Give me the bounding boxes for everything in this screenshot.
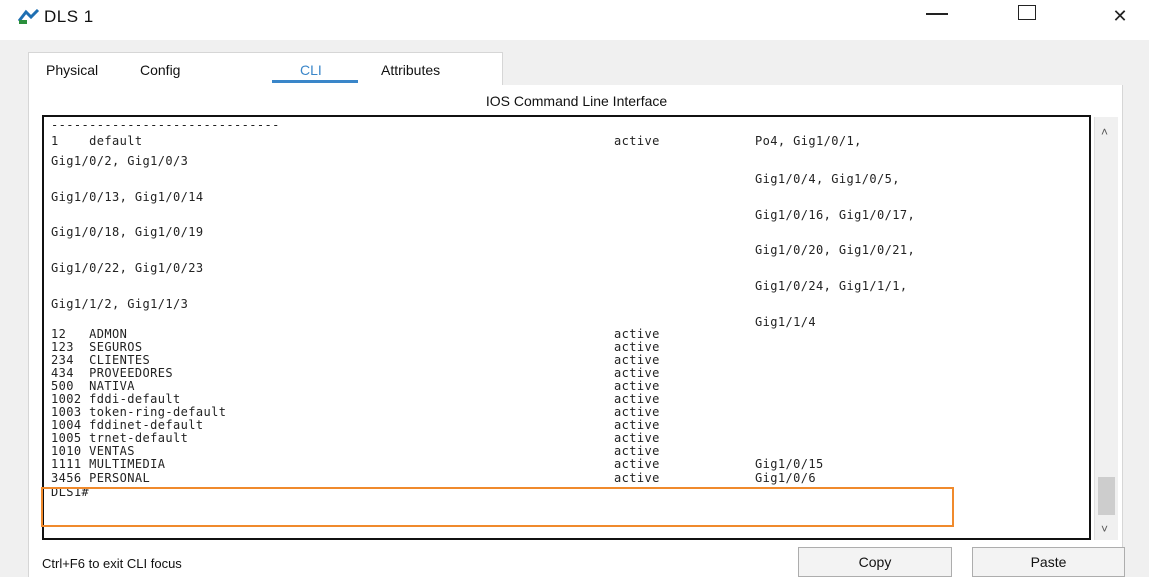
scroll-up-icon[interactable]: ˄ [1101,125,1108,139]
vlan-status: active [614,353,660,367]
vlan-row: 3456 PERSONAL [51,471,151,485]
vlan-status: active [614,327,660,341]
terminal-line: Gig1/0/2, Gig1/0/3 [51,154,189,168]
terminal-ports: Gig1/0/24, Gig1/1/1, [755,279,908,293]
vlan-status: active [614,444,660,458]
vlan-row: 123 SEGUROS [51,340,143,354]
minimize-icon [926,13,948,15]
tab-config[interactable]: Config [140,62,180,78]
terminal-scrollbar[interactable]: ˄ ˅ [1094,117,1118,540]
vlan-status: active [614,457,660,471]
vlan-status: active [614,405,660,419]
vlan-status: active [614,379,660,393]
cli-window: DLS 1 ✕ Physical Config CLI Attributes I… [0,0,1149,577]
window-title: DLS 1 [44,7,94,26]
close-button[interactable]: ✕ [1088,0,1149,34]
vlan-row: 234 CLIENTES [51,353,151,367]
vlan-status: active [614,392,660,406]
cli-focus-hint: Ctrl+F6 to exit CLI focus [42,556,182,571]
vlan-row: 1010 VENTAS [51,444,135,458]
vlan-row: 1004 fddinet-default [51,418,204,432]
terminal-ports: Gig1/0/16, Gig1/0/17, [755,208,916,222]
active-tab-indicator [272,80,358,83]
scroll-thumb[interactable] [1098,477,1115,515]
maximize-button[interactable] [996,0,1060,34]
separator-line: ------------------------------ [51,118,280,132]
terminal-line: Gig1/0/18, Gig1/0/19 [51,225,204,239]
close-icon: ✕ [1112,6,1128,26]
terminal-ports: Gig1/1/4 [755,315,816,329]
paste-button[interactable]: Paste [972,547,1125,577]
title-bar: DLS 1 ✕ [0,0,1149,40]
maximize-icon [1018,5,1036,20]
vlan-status: active [614,431,660,445]
vlan-row: 1003 token-ring-default [51,405,227,419]
terminal-status: active [614,134,660,148]
minimize-button[interactable] [904,0,968,34]
vlan-status: active [614,418,660,432]
terminal-line: Gig1/0/22, Gig1/0/23 [51,261,204,275]
vlan-row: 434 PROVEEDORES [51,366,173,380]
vlan-row: 12 ADMON [51,327,128,341]
vlan-row: 1005 trnet-default [51,431,189,445]
terminal-line: Gig1/1/2, Gig1/1/3 [51,297,189,311]
vlan-row: 1111 MULTIMEDIA [51,457,166,471]
tab-physical[interactable]: Physical [46,62,98,78]
vlan-ports: Gig1/0/15 [755,457,824,471]
terminal-line: Gig1/0/13, Gig1/0/14 [51,190,204,204]
vlan-status: active [614,340,660,354]
terminal-ports: Gig1/0/20, Gig1/0/21, [755,243,916,257]
terminal-ports: Po4, Gig1/0/1, [755,134,862,148]
vlan-row: 500 NATIVA [51,379,135,393]
cli-terminal[interactable]: ------------------------------ 1 default… [42,115,1091,540]
panel-title: IOS Command Line Interface [485,93,668,109]
vlan-status: active [614,471,660,485]
copy-button[interactable]: Copy [798,547,952,577]
tab-cli[interactable]: CLI [300,62,322,78]
tab-attributes[interactable]: Attributes [381,62,440,78]
vlan-ports: Gig1/0/6 [755,471,816,485]
highlight-box [41,487,954,527]
tab-bar: Physical Config CLI Attributes [28,52,503,86]
app-icon [18,9,40,24]
vlan-row: 1002 fddi-default [51,392,181,406]
terminal-line: 1 default [51,134,143,148]
vlan-status: active [614,366,660,380]
terminal-ports: Gig1/0/4, Gig1/0/5, [755,172,900,186]
scroll-down-icon[interactable]: ˅ [1101,522,1108,536]
